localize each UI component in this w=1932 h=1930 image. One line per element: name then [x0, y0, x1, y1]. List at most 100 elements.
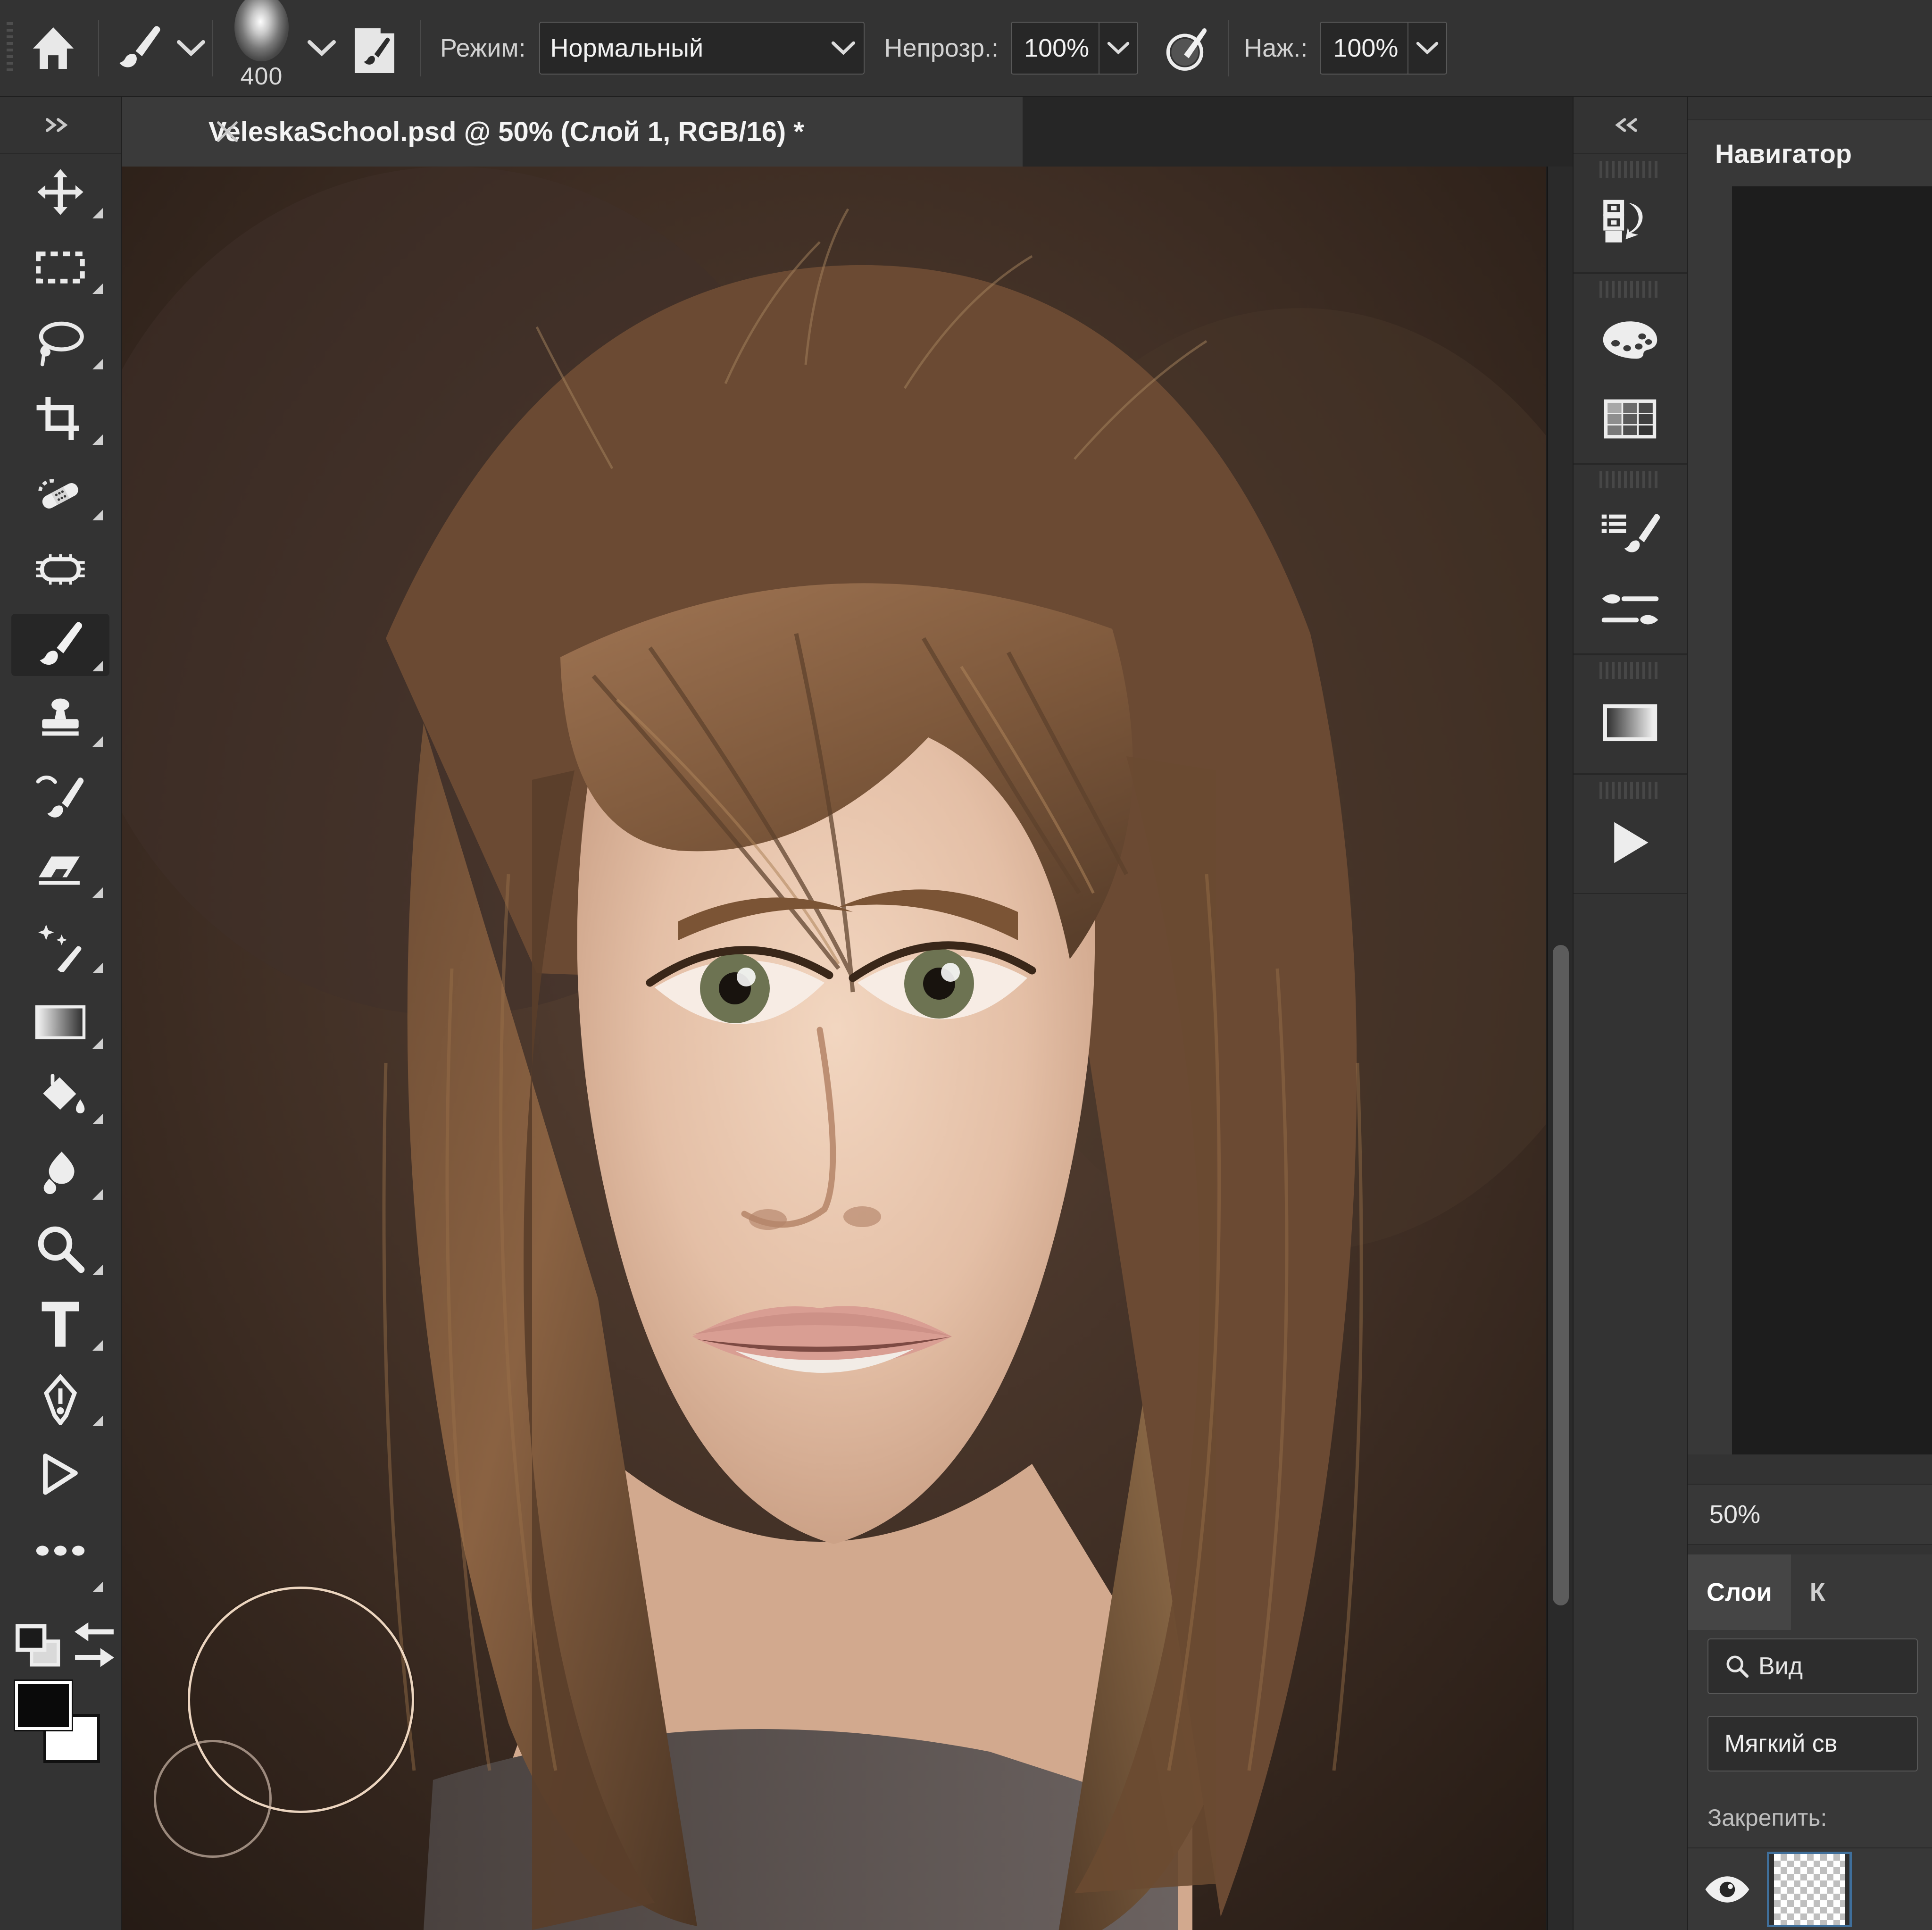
tool-clone-stamp[interactable]: [0, 683, 121, 758]
current-tool-brush-button[interactable]: [104, 15, 175, 81]
healing-patch-icon: [34, 471, 87, 517]
options-bar-grip[interactable]: [7, 22, 13, 74]
eye-icon: [1702, 1874, 1752, 1905]
table-row[interactable]: [1688, 1847, 1932, 1930]
tool-gradient[interactable]: [0, 985, 121, 1060]
swatches-panel-icon[interactable]: [1574, 384, 1687, 454]
rail-grip[interactable]: [1599, 471, 1661, 488]
tool-pen[interactable]: [0, 1362, 121, 1437]
navigator-thumbnail[interactable]: [1732, 186, 1932, 1454]
brush-preset-folder-icon: [350, 23, 400, 73]
tabstrip-background: [1023, 97, 1573, 167]
layer-filter-select[interactable]: Вид: [1707, 1638, 1918, 1694]
chevron-down-icon: [823, 23, 864, 74]
tool-brush[interactable]: [0, 607, 121, 683]
paintbrush-icon: [33, 618, 88, 672]
tool-frame[interactable]: [0, 532, 121, 607]
opacity-label: Непрозр.:: [884, 33, 999, 62]
toolbar-expand-button[interactable]: [0, 97, 121, 153]
color-panel-icon[interactable]: [1574, 300, 1687, 384]
transparent-checkerboard-thumbnail: [1774, 1854, 1845, 1925]
airbrush-toggle-button[interactable]: [1152, 17, 1223, 79]
tool-edit-toolbar[interactable]: [0, 1513, 121, 1592]
rail-grip[interactable]: [1599, 281, 1661, 298]
document-tab[interactable]: VeleskaSchool.psd @ 50% (Слой 1, RGB/16)…: [122, 97, 1023, 167]
flow-field[interactable]: 100%: [1320, 21, 1448, 75]
tool-lasso[interactable]: [0, 305, 121, 381]
rail-grip[interactable]: [1599, 662, 1661, 679]
navigator-tab[interactable]: Навигатор: [1688, 120, 1932, 186]
layer-blend-row: Мягкий св: [1688, 1705, 1932, 1785]
tool-move[interactable]: [0, 154, 121, 230]
tool-blur[interactable]: [0, 1136, 121, 1211]
ellipsis-icon: [34, 1543, 86, 1559]
tool-path-selection[interactable]: [0, 1437, 121, 1513]
brush-preset-picker[interactable]: 400: [218, 0, 305, 96]
tool-healing-brush[interactable]: [0, 456, 121, 532]
panels-collapse-button[interactable]: [1574, 97, 1687, 153]
brush-settings-icon: [1601, 594, 1659, 625]
play-triangle-icon: [1614, 822, 1649, 863]
dodge-icon: [34, 1223, 86, 1275]
tool-group-corner: [92, 510, 103, 520]
tool-group-corner: [92, 736, 103, 747]
paintbrush-icon: [113, 22, 166, 75]
options-separator-1: [98, 19, 99, 76]
tool-group-corner: [92, 284, 103, 294]
canvas-area[interactable]: [122, 167, 1573, 1930]
layer-blend-mode-value: Мягкий св: [1724, 1730, 1838, 1757]
tool-crop[interactable]: [0, 381, 121, 456]
scrollbar-thumb[interactable]: [1553, 945, 1569, 1605]
swap-arrows-icon[interactable]: [68, 1622, 121, 1669]
brush-size-caret[interactable]: [305, 15, 338, 81]
tab-channels[interactable]: К: [1791, 1554, 1844, 1630]
quick-mask-icon[interactable]: [12, 1622, 68, 1669]
blend-mode-value: Нормальный: [550, 33, 704, 62]
home-button[interactable]: [13, 15, 93, 81]
tool-dodge[interactable]: [0, 1211, 121, 1287]
panel-icon-rail: [1573, 97, 1688, 1930]
chevron-down-icon: [307, 37, 336, 59]
document-tab-title: VeleskaSchool.psd @ 50% (Слой 1, RGB/16)…: [208, 116, 804, 147]
brush-settings-panel-icon[interactable]: [1574, 574, 1687, 645]
tool-spot-healing[interactable]: [0, 909, 121, 985]
chevron-down-icon[interactable]: [1099, 39, 1137, 57]
actions-panel-icon[interactable]: [1574, 801, 1687, 885]
pen-icon: [36, 1374, 85, 1425]
tool-paint-bucket[interactable]: [0, 1060, 121, 1136]
brush-preset-picker-caret[interactable]: [175, 15, 208, 81]
options-separator-3: [420, 19, 421, 76]
tool-eraser[interactable]: [0, 834, 121, 909]
rail-grip[interactable]: [1599, 782, 1661, 799]
close-icon[interactable]: [214, 118, 241, 145]
rail-grip[interactable]: [1599, 161, 1661, 178]
opacity-field[interactable]: 100%: [1011, 21, 1139, 75]
layer-blend-mode-select[interactable]: Мягкий св: [1707, 1716, 1918, 1771]
options-bar: 400 Режим: Нормальный Непрозр.: 100% Наж…: [0, 0, 1932, 97]
rail-group-adjustments: [1574, 654, 1687, 774]
brush-size-value: 400: [240, 63, 283, 90]
chevron-down-icon[interactable]: [1408, 39, 1446, 57]
foreground-color-swatch[interactable]: [14, 1679, 73, 1731]
clone-stamp-icon: [35, 696, 86, 745]
eraser-icon: [34, 850, 87, 893]
tool-history-brush[interactable]: [0, 758, 121, 834]
history-icon: [1603, 200, 1643, 242]
tab-layers[interactable]: Слои: [1688, 1554, 1791, 1630]
navigator-zoom-field[interactable]: 50%: [1688, 1484, 1932, 1545]
double-chevron-left-icon: [1614, 114, 1647, 136]
brush-settings-toggle-button[interactable]: [349, 22, 400, 75]
layer-visibility-toggle[interactable]: [1688, 1874, 1767, 1905]
adjustments-panel-icon[interactable]: [1574, 681, 1687, 765]
brush-presets-panel-icon[interactable]: [1574, 490, 1687, 574]
tool-rectangular-marquee[interactable]: [0, 230, 121, 305]
tool-type[interactable]: [0, 1287, 121, 1362]
layer-thumbnail[interactable]: [1767, 1851, 1852, 1927]
layer-filter-label: Вид: [1758, 1653, 1803, 1680]
crop-icon: [34, 394, 86, 443]
brush-tip-preview-icon: [234, 0, 289, 61]
opacity-value: 100%: [1024, 33, 1090, 62]
canvas-vertical-scrollbar[interactable]: [1547, 167, 1573, 1930]
blend-mode-select[interactable]: Нормальный: [539, 21, 865, 75]
history-panel-icon[interactable]: [1574, 180, 1687, 264]
